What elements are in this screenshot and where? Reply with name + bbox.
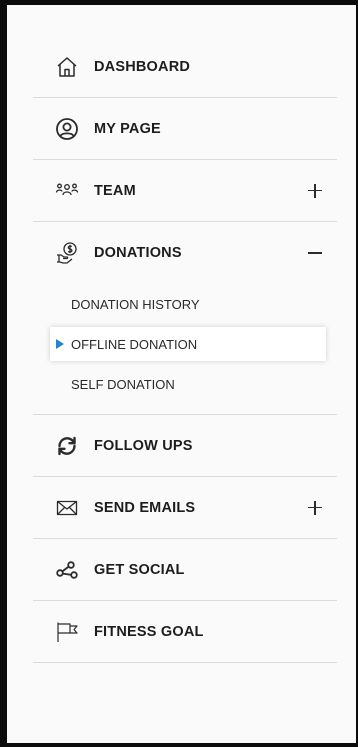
submenu-item-donation-history[interactable]: DONATION HISTORY — [33, 284, 337, 324]
home-icon — [54, 54, 80, 80]
sidebar-item-label: TEAM — [94, 182, 136, 199]
sidebar-menu: DASHBOARD MY PAGE TEAM DONATIONS DONATIO… — [33, 36, 337, 663]
sidebar-item-label: FOLLOW UPS — [94, 437, 193, 454]
donation-hand-icon — [54, 240, 80, 266]
sidebar-item-donations[interactable]: DONATIONS — [33, 222, 337, 284]
sidebar-item-get-social[interactable]: GET SOCIAL — [33, 539, 337, 601]
sidebar-item-label: FITNESS GOAL — [94, 623, 204, 640]
sidebar-item-fitness-goal[interactable]: FITNESS GOAL — [33, 601, 337, 663]
expand-plus-icon[interactable] — [307, 500, 323, 516]
submenu-item-offline-donation[interactable]: OFFLINE DONATION — [50, 327, 326, 361]
expand-plus-icon[interactable] — [307, 183, 323, 199]
sidebar-item-label: DASHBOARD — [94, 58, 191, 75]
sidebar-item-team[interactable]: TEAM — [33, 160, 337, 222]
submenu-item-self-donation[interactable]: SELF DONATION — [33, 364, 337, 404]
submenu-item-label: DONATION HISTORY — [71, 296, 200, 312]
envelope-icon — [54, 495, 80, 521]
donations-submenu: DONATION HISTORY OFFLINE DONATION SELF D… — [33, 284, 337, 415]
sidebar-item-my-page[interactable]: MY PAGE — [33, 98, 337, 160]
submenu-item-label: OFFLINE DONATION — [71, 336, 198, 352]
flag-icon — [54, 619, 80, 645]
submenu-item-label: SELF DONATION — [71, 376, 175, 392]
active-arrow-icon — [56, 339, 64, 349]
refresh-icon — [54, 433, 80, 459]
sidebar-frame: DASHBOARD MY PAGE TEAM DONATIONS DONATIO… — [0, 0, 358, 747]
sidebar-item-label: DONATIONS — [94, 245, 182, 261]
sidebar-item-label: GET SOCIAL — [94, 561, 185, 578]
collapse-minus-icon[interactable] — [307, 245, 323, 261]
team-icon — [54, 178, 80, 204]
sidebar-item-follow-ups[interactable]: FOLLOW UPS — [33, 415, 337, 477]
sidebar-item-label: SEND EMAILS — [94, 499, 196, 516]
user-circle-icon — [54, 116, 80, 142]
share-icon — [54, 557, 80, 583]
sidebar-item-send-emails[interactable]: SEND EMAILS — [33, 477, 337, 539]
sidebar-item-label: MY PAGE — [94, 120, 161, 137]
sidebar-item-dashboard[interactable]: DASHBOARD — [33, 36, 337, 98]
